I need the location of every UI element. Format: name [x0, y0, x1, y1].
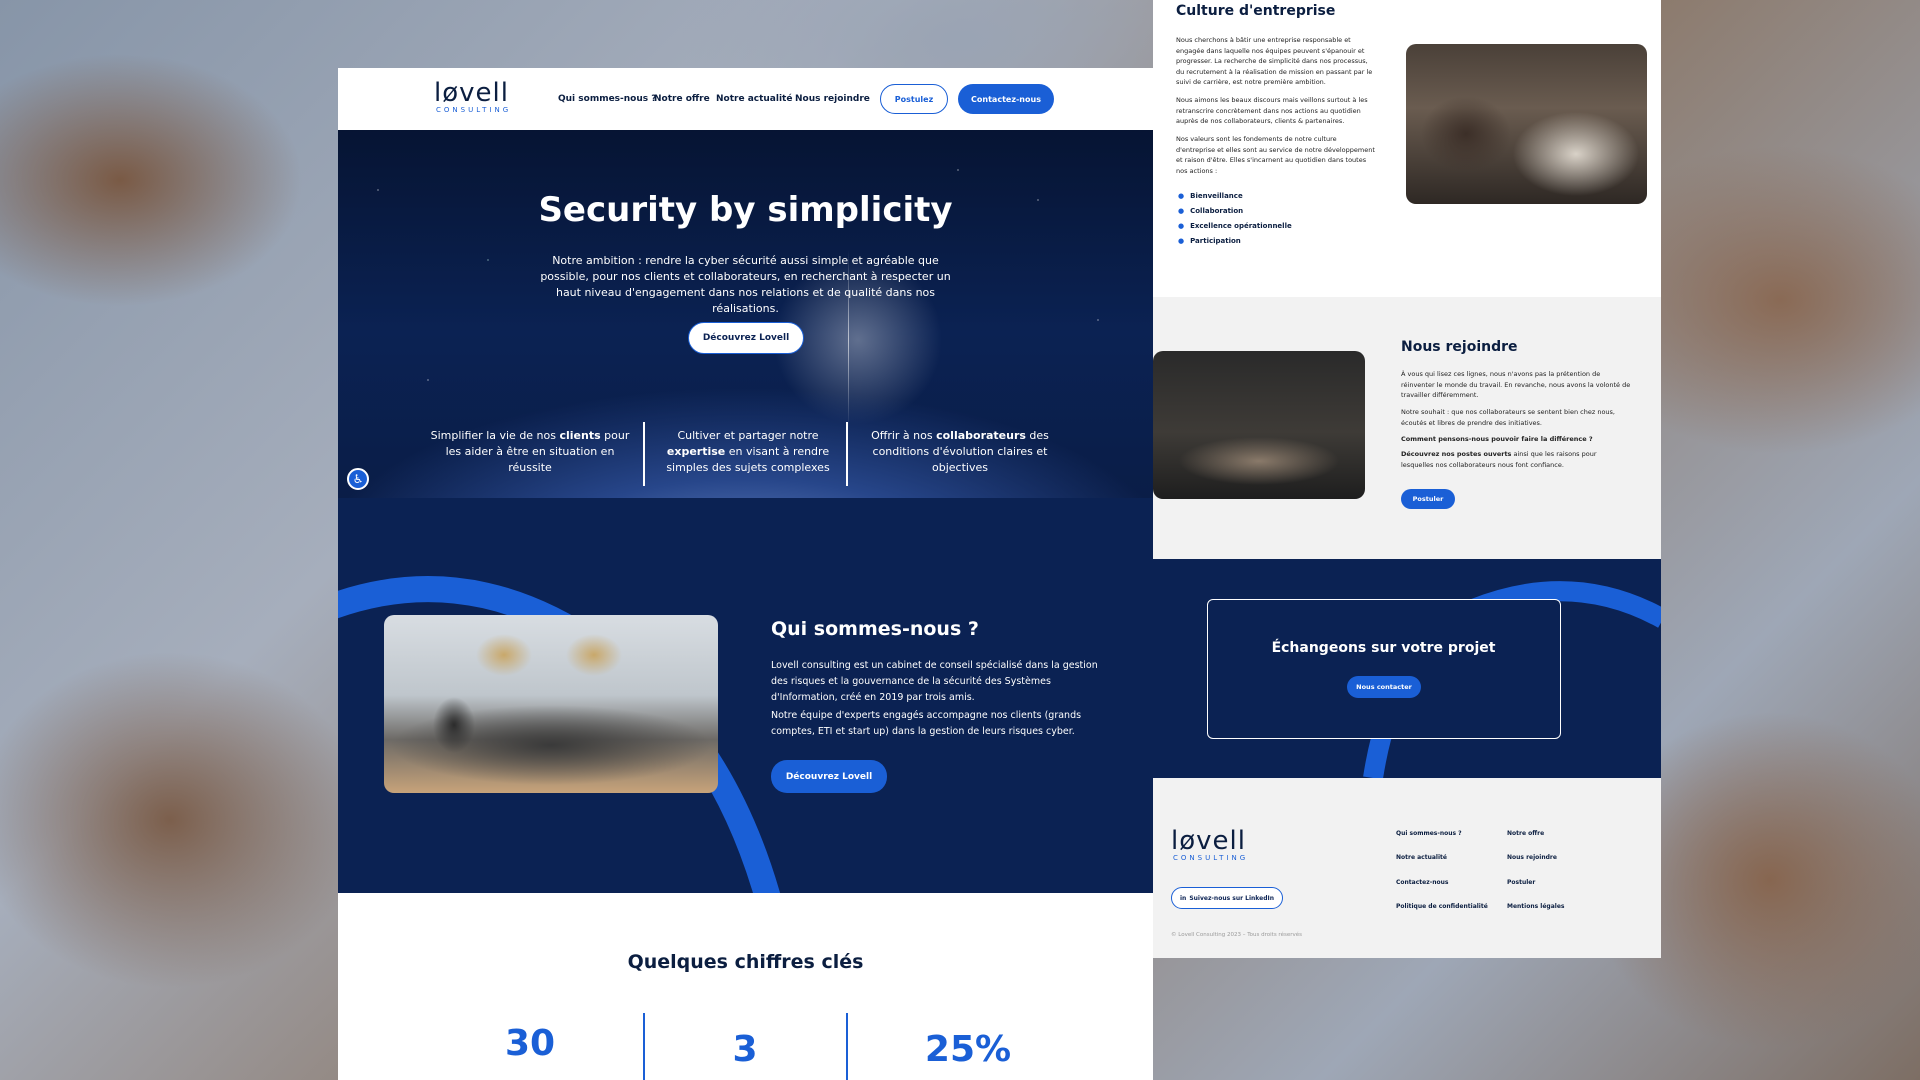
pillar-expertise: Cultiver et partager notre expertise en … [666, 429, 830, 474]
hero-section: Security by simplicity Notre ambition : … [338, 130, 1153, 498]
lovell-logo[interactable]: løvell CONSULTING [434, 80, 511, 114]
nav-link-qui-sommes-nous[interactable]: Qui sommes-nous ? [558, 94, 656, 104]
top-nav: løvell CONSULTING Qui sommes-nous ? Notr… [338, 68, 1153, 130]
value-item: ● Excellence opérationnelle [1178, 222, 1292, 230]
apply-button[interactable]: Postuler [1401, 489, 1455, 509]
nav-link-notre-actualite[interactable]: Notre actualité [716, 94, 792, 104]
stats-section: Quelques chiffres clés 30 3 25% [338, 893, 1153, 1080]
pillar-clients: Simplifier la vie de nos clients pour le… [430, 429, 630, 474]
value-item: ● Collaboration [1178, 207, 1244, 215]
join-paragraph-1: À vous qui lisez ces lignes, nous n'avon… [1401, 370, 1631, 399]
hero-text: Notre ambition : rendre la cyber sécurit… [540, 254, 951, 315]
project-card: Échangeons sur votre projet Nous contact… [1207, 599, 1561, 739]
footer-link[interactable]: Notre offre [1507, 830, 1544, 837]
stat-collaborators: 30 [504, 1023, 556, 1064]
pillar-collaborateurs: Offrir à nos collaborateurs des conditio… [871, 429, 1049, 474]
join-section: Nous rejoindre À vous qui lisez ces lign… [1153, 297, 1661, 559]
culture-paragraph-3: Nos valeurs sont les fondements de notre… [1176, 135, 1375, 175]
team-photo [384, 615, 718, 793]
footer-logo[interactable]: løvell CONSULTING [1171, 828, 1248, 862]
postulez-button[interactable]: Postulez [880, 84, 948, 114]
nav-link-notre-offre[interactable]: Notre offre [654, 94, 710, 104]
copyright: © Lovell Consulting 2023 – Tous droits r… [1171, 932, 1302, 938]
footer-link[interactable]: Nous rejoindre [1507, 854, 1557, 861]
join-paragraph-4: Découvrez nos postes ouverts ainsi que l… [1401, 450, 1597, 469]
footer-link[interactable]: Qui sommes-nous ? [1396, 830, 1462, 837]
culture-paragraph-1: Nous cherchons à bâtir une entreprise re… [1176, 36, 1373, 86]
project-title: Échangeons sur votre projet [1271, 640, 1496, 656]
join-paragraph-2: Notre souhait : que nos collaborateurs s… [1401, 408, 1615, 427]
stat-divider [643, 1013, 645, 1080]
contact-button[interactable]: Contactez-nous [958, 84, 1054, 114]
inner-page-mockup: Culture d'entreprise Nous cherchons à bâ… [1153, 0, 1661, 958]
about-section: Qui sommes-nous ? Lovell consulting est … [338, 498, 1153, 893]
footer-link[interactable]: Postuler [1507, 879, 1535, 886]
accessibility-icon[interactable]: ♿ [347, 468, 369, 490]
culture-title: Culture d'entreprise [1176, 3, 1336, 19]
footer-link[interactable]: Notre actualité [1396, 854, 1447, 861]
join-title: Nous rejoindre [1401, 339, 1518, 355]
contact-us-button[interactable]: Nous contacter [1347, 676, 1421, 698]
footer-link[interactable]: Contactez-nous [1396, 879, 1448, 886]
dinner-photo [1406, 44, 1647, 204]
nav-link-nous-rejoindre[interactable]: Nous rejoindre [795, 94, 870, 104]
pillar-divider [643, 422, 645, 486]
stats-title: Quelques chiffres clés [627, 951, 864, 973]
stat-revenue: 3 [732, 1029, 758, 1070]
hero-title: Security by simplicity [538, 190, 953, 230]
project-section: Échangeons sur votre projet Nous contact… [1153, 559, 1661, 778]
about-title: Qui sommes-nous ? [771, 618, 979, 640]
culture-paragraph-2: Nous aimons les beaux discours mais veil… [1176, 96, 1368, 125]
homepage-mockup: løvell CONSULTING Qui sommes-nous ? Notr… [338, 68, 1153, 1080]
about-paragraph-2: Notre équipe d'experts engagés accompagn… [771, 710, 1082, 737]
value-item: ● Bienveillance [1178, 192, 1243, 200]
team-outdoor-photo [1153, 351, 1365, 499]
about-discover-button[interactable]: Découvrez Lovell [771, 760, 887, 793]
linkedin-button[interactable]: in Suivez-nous sur LinkedIn [1171, 887, 1283, 909]
linkedin-icon: in [1179, 894, 1187, 902]
footer: løvell CONSULTING in Suivez-nous sur Link… [1153, 778, 1661, 958]
value-item: ● Participation [1178, 237, 1241, 245]
join-question: Comment pensons-nous pouvoir faire la di… [1401, 435, 1593, 443]
footer-link[interactable]: Mentions légales [1507, 903, 1564, 910]
values-list: ● Bienveillance ● Collaboration ● Excellenc… [1178, 192, 1292, 245]
footer-link[interactable]: Politique de confidentialité [1396, 903, 1488, 910]
stat-divider [846, 1013, 848, 1080]
pillar-divider [846, 422, 848, 486]
hero-discover-button[interactable]: Découvrez Lovell [688, 322, 804, 354]
stat-growth: 25% [924, 1029, 1012, 1070]
about-paragraph-1: Lovell consulting est un cabinet de cons… [771, 660, 1098, 703]
